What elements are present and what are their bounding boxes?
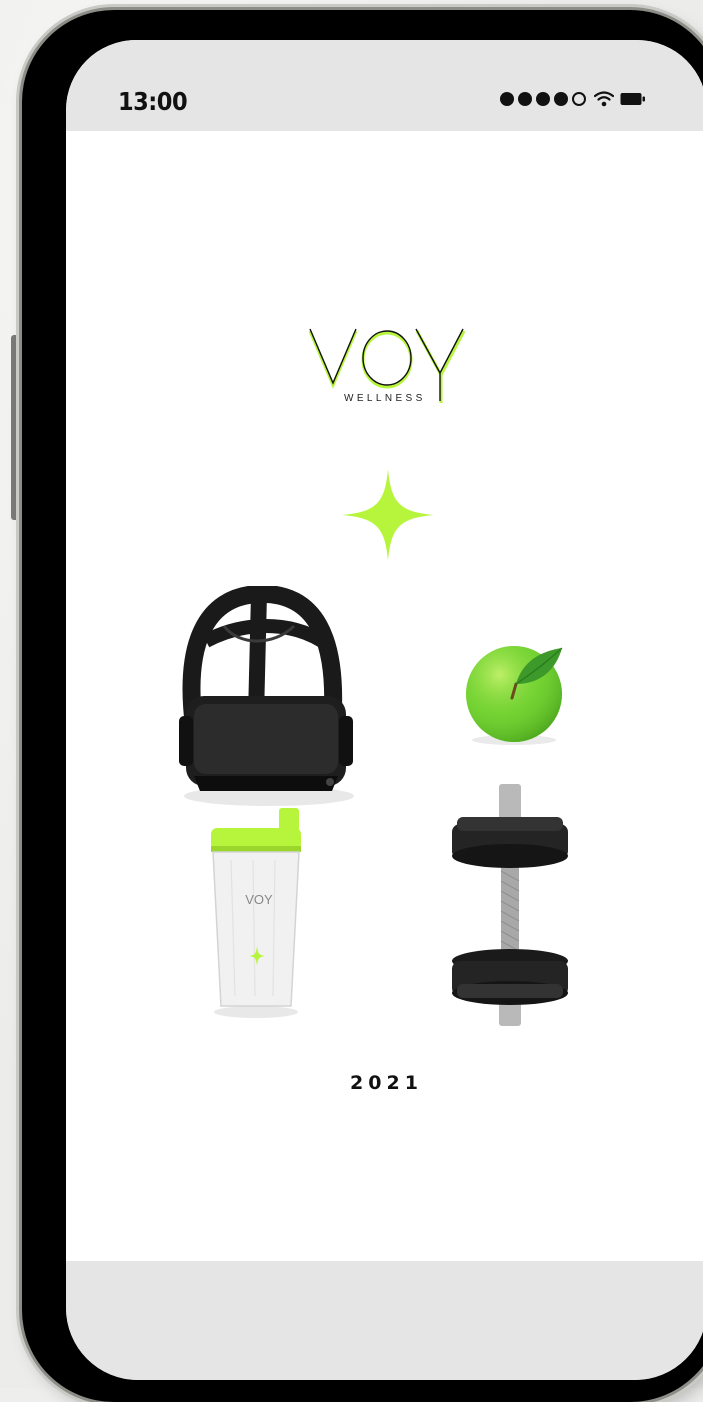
signal-dot-empty	[572, 92, 586, 106]
signal-dot	[554, 92, 568, 106]
phone-screen: 13:00 WELLNESS VOY 2021	[66, 40, 703, 1380]
vr-headset-image	[179, 586, 354, 806]
main-content: WELLNESS VOY 2021	[66, 131, 703, 1261]
sparkle-icon	[342, 469, 434, 561]
year-label: 2021	[350, 1072, 423, 1094]
bottle-logo: VOY	[245, 892, 273, 907]
signal-dot	[500, 92, 514, 106]
status-bar: 13:00	[66, 40, 703, 131]
wifi-icon	[594, 91, 614, 107]
dumbbell-image	[452, 784, 568, 1026]
battery-icon	[620, 93, 645, 105]
signal-dots-icon	[500, 92, 590, 106]
volume-button	[11, 335, 19, 520]
voy-logo	[308, 328, 466, 403]
bottom-area	[66, 1261, 703, 1380]
phone-frame: 13:00 WELLNESS VOY 2021	[22, 10, 703, 1402]
status-icons	[500, 91, 646, 107]
green-apple-image	[466, 646, 563, 745]
status-time: 13:00	[118, 87, 188, 116]
signal-dot	[518, 92, 532, 106]
logo-subtext: WELLNESS	[344, 393, 426, 404]
shaker-bottle-image: VOY	[211, 808, 301, 1018]
signal-dot	[536, 92, 550, 106]
